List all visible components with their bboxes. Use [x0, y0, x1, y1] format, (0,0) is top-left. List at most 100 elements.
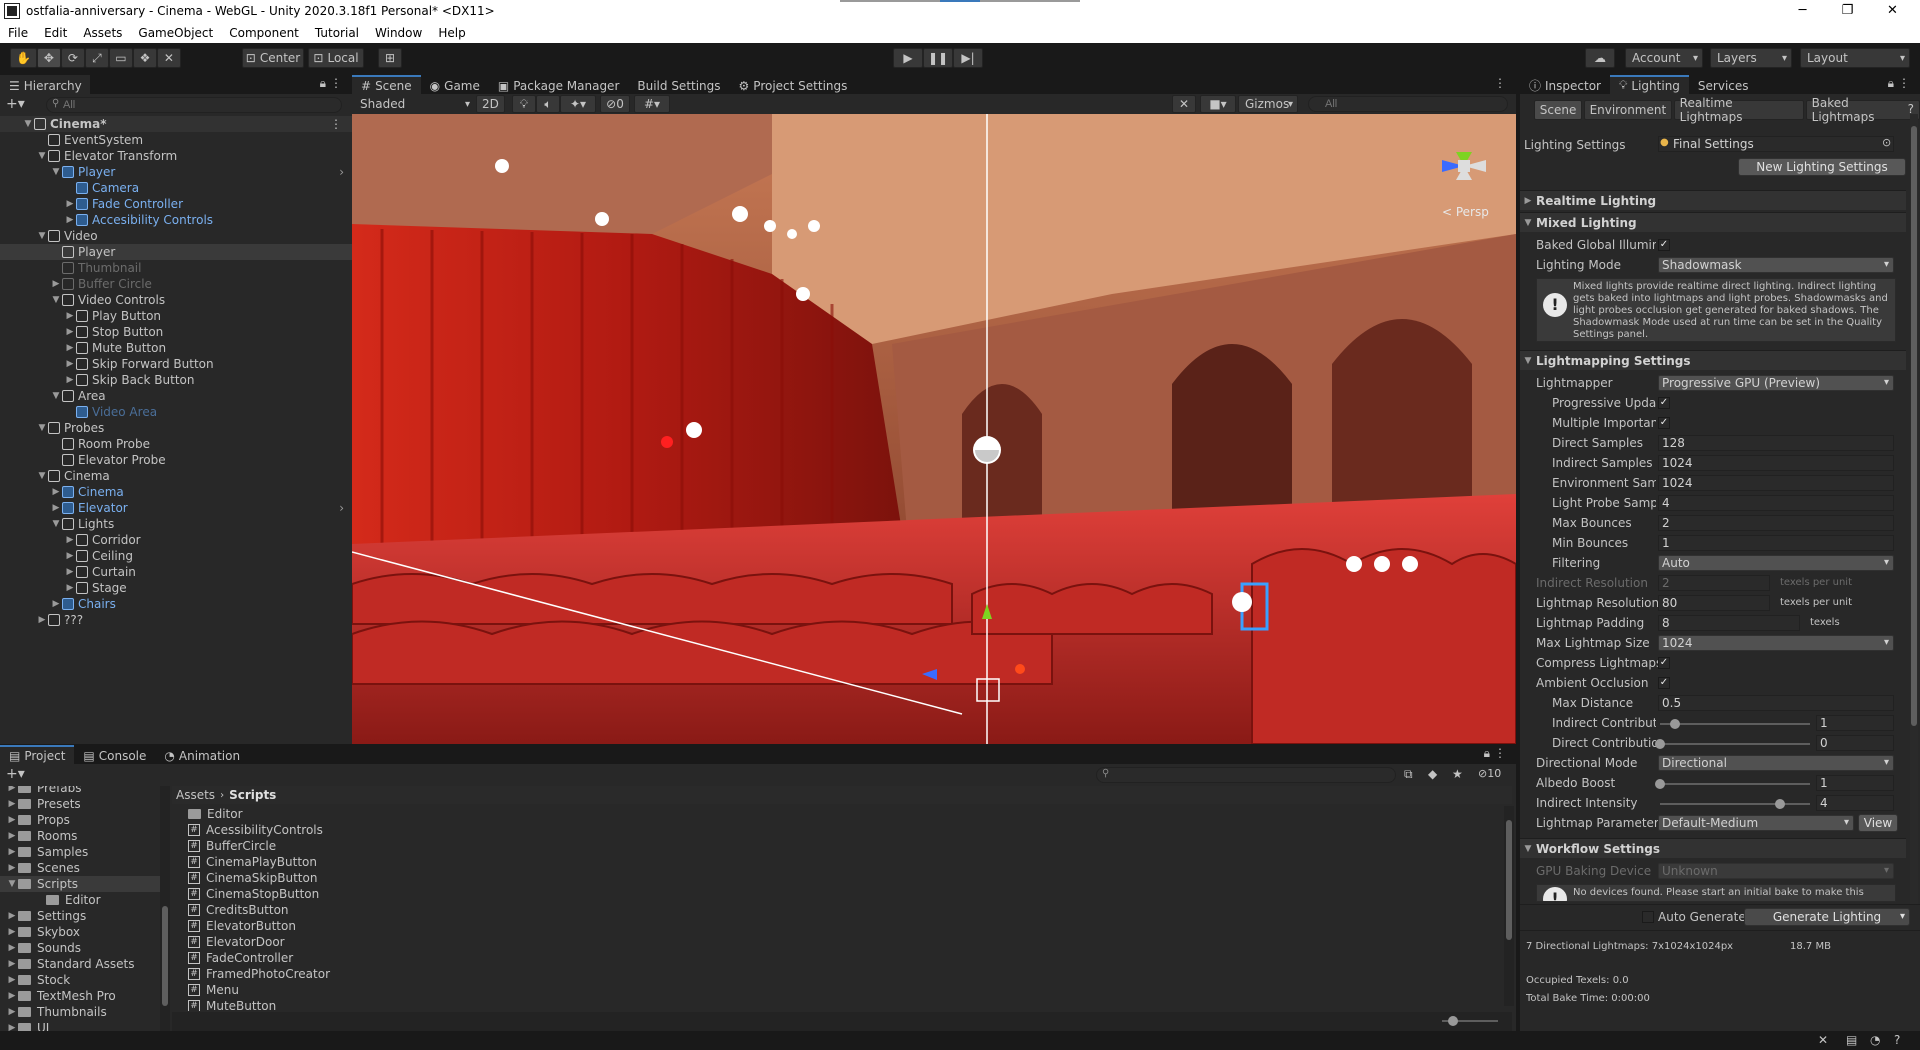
menu-help[interactable]: Help: [430, 26, 473, 40]
inspector-lock-icon[interactable]: 🔒︎: [1888, 76, 1894, 91]
mixed-lighting-header[interactable]: ▼ Mixed Lighting: [1520, 212, 1906, 232]
collapsed-arrow-icon[interactable]: ▶: [50, 503, 62, 513]
indirect-samples-field[interactable]: 1024: [1658, 455, 1894, 471]
2d-toggle[interactable]: 2D: [476, 95, 505, 113]
hidden-objects-toggle[interactable]: ⊘ 0: [600, 95, 630, 113]
hierarchy-item[interactable]: Thumbnail: [0, 260, 352, 276]
folder-scroll-thumb[interactable]: [162, 906, 168, 1006]
asset-item[interactable]: # FramedPhotoCreator: [188, 966, 330, 982]
lighting-settings-field[interactable]: Final Settings: [1658, 136, 1894, 152]
hierarchy-item[interactable]: ▶ Chairs: [0, 596, 352, 612]
grid-dropdown-icon[interactable]: #▾: [634, 95, 670, 113]
collapsed-arrow-icon[interactable]: ▶: [6, 975, 18, 985]
albedo-boost-knob[interactable]: [1655, 779, 1665, 789]
new-lighting-settings-button[interactable]: New Lighting Settings: [1738, 158, 1906, 176]
expanded-arrow-icon[interactable]: ▼: [50, 167, 62, 177]
subtab-scene[interactable]: Scene: [1534, 100, 1583, 120]
folder-tree-item[interactable]: ▶ Thumbnails: [0, 1004, 160, 1020]
hierarchy-item[interactable]: ▶ Buffer Circle: [0, 276, 352, 292]
realtime-lighting-header[interactable]: ▶ Realtime Lighting: [1520, 190, 1906, 210]
asset-item[interactable]: # CinemaStopButton: [188, 886, 319, 902]
filter-type-icon[interactable]: ⧉: [1404, 767, 1413, 782]
collapsed-arrow-icon[interactable]: ▶: [6, 863, 18, 873]
rect-tool-icon[interactable]: ▭: [108, 48, 133, 68]
gizmos-dropdown[interactable]: Gizmos: [1238, 95, 1298, 113]
progress-icon[interactable]: ✕: [1818, 1033, 1828, 1047]
audio-toggle-icon[interactable]: 🔈︎: [536, 95, 560, 113]
layers-dropdown[interactable]: Layers: [1710, 48, 1792, 68]
lighting-toggle-icon[interactable]: 💡︎: [512, 95, 536, 113]
tab-project-settings[interactable]: ⚙ Project Settings: [729, 75, 857, 94]
collapsed-arrow-icon[interactable]: ▶: [64, 327, 76, 337]
tab-project[interactable]: ▤ Project: [0, 745, 75, 764]
collapsed-arrow-icon[interactable]: ▶: [50, 599, 62, 609]
lightmapping-settings-header[interactable]: ▼ Lightmapping Settings: [1520, 350, 1906, 370]
hierarchy-item[interactable]: EventSystem: [0, 132, 352, 148]
hierarchy-item[interactable]: ▶ Corridor: [0, 532, 352, 548]
indirect-intensity-field[interactable]: 4: [1816, 795, 1894, 811]
expanded-arrow-icon[interactable]: ▼: [50, 295, 62, 305]
lightmapper-dropdown[interactable]: Progressive GPU (Preview): [1658, 375, 1894, 391]
expanded-arrow-icon[interactable]: ▼: [6, 879, 18, 889]
asset-item[interactable]: # CinemaPlayButton: [188, 854, 317, 870]
collapsed-arrow-icon[interactable]: ▶: [6, 943, 18, 953]
rotate-tool-icon[interactable]: ⟳: [60, 48, 85, 68]
collapsed-arrow-icon[interactable]: ▶: [6, 959, 18, 969]
tab-console[interactable]: ▤ Console: [74, 745, 156, 764]
asset-list-scrollbar[interactable]: [1504, 806, 1514, 1006]
maximize-button[interactable]: ❐: [1825, 0, 1870, 22]
lightmap-padding-field[interactable]: 8: [1658, 615, 1800, 631]
auto-generate-checkbox[interactable]: [1642, 911, 1654, 923]
hierarchy-item[interactable]: ▶ Play Button: [0, 308, 352, 324]
expanded-arrow-icon[interactable]: ▼: [36, 423, 48, 433]
hierarchy-item[interactable]: ▶ Accesibility Controls: [0, 212, 352, 228]
lock-icon[interactable]: 🔒︎: [320, 76, 326, 91]
collapsed-arrow-icon[interactable]: ▶: [6, 991, 18, 1001]
hierarchy-item[interactable]: ▶ Skip Back Button: [0, 372, 352, 388]
folder-tree-item[interactable]: ▶ TextMesh Pro: [0, 988, 160, 1004]
object-picker-icon[interactable]: ⊙: [1882, 136, 1891, 149]
asset-scroll-thumb[interactable]: [1506, 820, 1512, 940]
pivot-center-button[interactable]: ⊡ Center: [242, 48, 304, 68]
scene-menu-icon[interactable]: ⋮: [1494, 76, 1506, 90]
hierarchy-item[interactable]: ▼ Player ›: [0, 164, 352, 180]
collapsed-arrow-icon[interactable]: ▶: [6, 927, 18, 937]
asset-item[interactable]: # ElevatorButton: [188, 918, 296, 934]
folder-tree-item[interactable]: ▶ Stock: [0, 972, 160, 988]
asset-item[interactable]: # AcessibilityControls: [188, 822, 323, 838]
indirect-contribution-slider[interactable]: [1660, 723, 1810, 725]
hierarchy-search-input[interactable]: [46, 97, 342, 113]
grid-snap-icon[interactable]: ⊞: [378, 48, 402, 68]
project-lock-icon[interactable]: 🔒︎: [1484, 746, 1490, 761]
project-search-input[interactable]: [1096, 767, 1396, 783]
icon-size-knob[interactable]: [1448, 1016, 1458, 1026]
scene-search-input[interactable]: [1308, 96, 1508, 112]
collapsed-arrow-icon[interactable]: ▶: [64, 567, 76, 577]
subtab-realtime-lightmaps[interactable]: Realtime Lightmaps: [1673, 96, 1804, 124]
collapsed-arrow-icon[interactable]: ▶: [64, 375, 76, 385]
hierarchy-item[interactable]: ▶ Stage: [0, 580, 352, 596]
lighting-mode-dropdown[interactable]: Shadowmask: [1658, 257, 1894, 273]
collapsed-arrow-icon[interactable]: ▶: [64, 359, 76, 369]
expanded-arrow-icon[interactable]: ▼: [22, 119, 34, 129]
folder-tree-item[interactable]: ▶ Scenes: [0, 860, 160, 876]
asset-item[interactable]: # CreditsButton: [188, 902, 289, 918]
hierarchy-item[interactable]: Camera: [0, 180, 352, 196]
lightmap-parameters-dropdown[interactable]: Default-Medium: [1658, 815, 1854, 831]
asset-item[interactable]: # CinemaSkipButton: [188, 870, 317, 886]
hierarchy-item[interactable]: ▼ Video Controls: [0, 292, 352, 308]
hierarchy-item[interactable]: ▶ Ceiling: [0, 548, 352, 564]
tab-inspector[interactable]: ⓘ Inspector: [1520, 75, 1610, 94]
close-button[interactable]: ✕: [1870, 0, 1915, 22]
inspector-menu-icon[interactable]: ⋮: [1898, 76, 1910, 90]
hierarchy-item[interactable]: ▼ Area: [0, 388, 352, 404]
collapsed-arrow-icon[interactable]: ▶: [64, 551, 76, 561]
hierarchy-item[interactable]: Elevator Probe: [0, 452, 352, 468]
compress-lightmaps-checkbox[interactable]: ✓: [1658, 657, 1670, 669]
transform-tool-icon[interactable]: ❖: [132, 48, 157, 68]
subtab-baked-lightmaps[interactable]: Baked Lightmaps: [1805, 96, 1920, 124]
workflow-settings-header[interactable]: ▼ Workflow Settings: [1520, 838, 1906, 858]
expanded-arrow-icon[interactable]: ▼: [36, 151, 48, 161]
probe-samples-field[interactable]: 4: [1658, 495, 1894, 511]
hierarchy-item[interactable]: ▶ Stop Button: [0, 324, 352, 340]
